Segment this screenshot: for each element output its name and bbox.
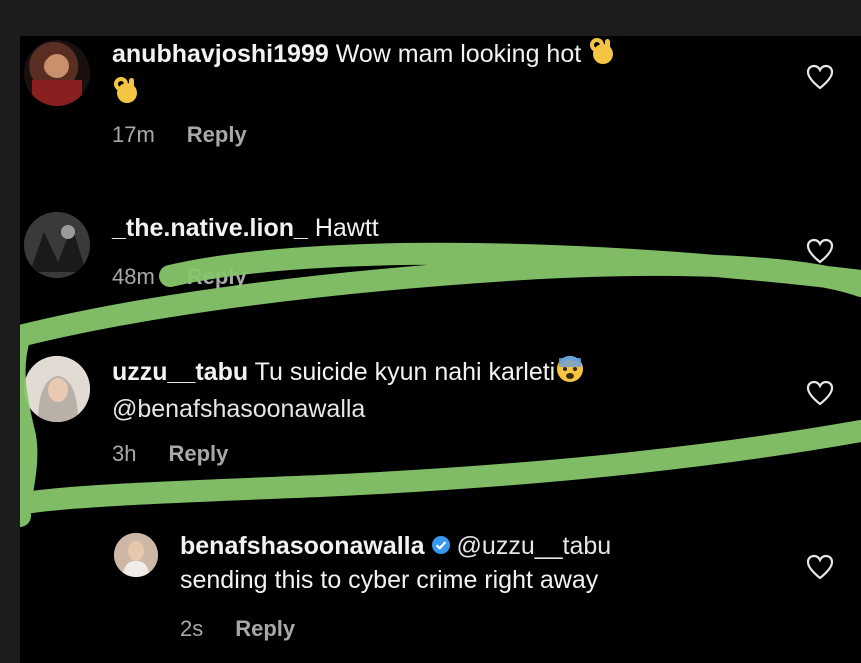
reply-text: sending this to cyber crime right away (180, 565, 599, 594)
mention-link[interactable]: @uzzu__tabu (457, 532, 612, 560)
comment-username[interactable]: uzzu__tabu (112, 358, 248, 386)
avatar[interactable] (24, 40, 90, 106)
fearful-face-emoji (555, 354, 585, 393)
comment-timestamp: 48m (112, 264, 155, 289)
reply-button[interactable]: Reply (168, 441, 228, 466)
heart-icon[interactable] (806, 64, 834, 90)
reply-timestamp: 2s (180, 616, 204, 641)
reply-button[interactable]: Reply (187, 122, 247, 147)
heart-icon[interactable] (806, 238, 834, 264)
comment-username[interactable]: _the.native.lion_ (112, 214, 308, 242)
ok-hand-emoji (588, 36, 616, 75)
comment-timestamp: 3h (112, 441, 137, 466)
avatar[interactable] (24, 212, 90, 278)
reply-username[interactable]: benafshasoonawalla (180, 532, 425, 560)
comment-text: Wow mam looking hot (335, 40, 582, 69)
comment-username[interactable]: anubhavjoshi1999 (112, 40, 329, 68)
ok-hand-emoji (112, 75, 140, 114)
comments-panel: anubhavjoshi1999 Wow mam looking hot 17m… (20, 36, 861, 663)
reply-button[interactable]: Reply (187, 264, 247, 289)
avatar[interactable] (24, 356, 90, 422)
comment-text: Hawtt (314, 214, 379, 242)
comment-text: Tu suicide kyun nahi karleti (254, 358, 556, 387)
comment-timestamp: 17m (112, 122, 155, 147)
reply-button[interactable]: Reply (235, 616, 295, 641)
verified-badge-icon (431, 531, 451, 564)
heart-icon[interactable] (806, 554, 834, 580)
heart-icon[interactable] (806, 380, 834, 406)
avatar[interactable] (114, 533, 158, 577)
mention-link[interactable]: @benafshasoonawalla (112, 395, 365, 423)
